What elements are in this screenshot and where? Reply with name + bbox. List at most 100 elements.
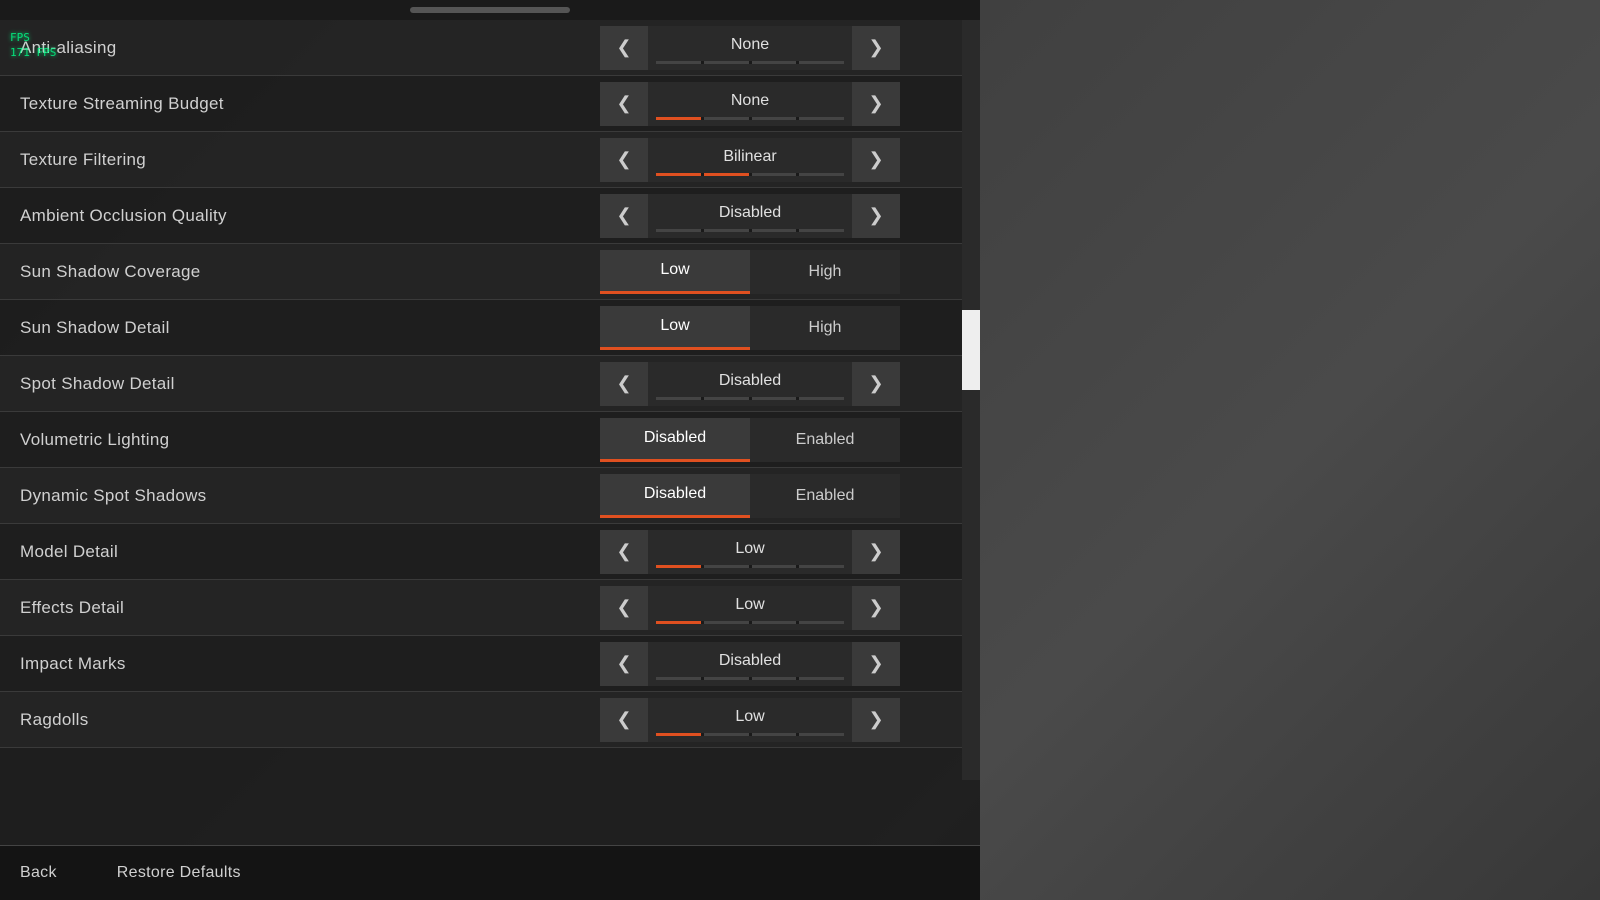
bar-segment-3	[799, 229, 844, 232]
right-arrow-btn-spot-shadow-detail[interactable]: ❯	[852, 362, 900, 406]
value-text-model-detail: Low	[735, 540, 764, 558]
right-arrow-btn-impact-marks[interactable]: ❯	[852, 642, 900, 686]
bar-segment-3	[799, 621, 844, 624]
left-arrow-btn-ragdolls[interactable]: ❮	[600, 698, 648, 742]
arrow-control-impact-marks: ❮Disabled❯	[600, 642, 900, 686]
right-arrow-btn-texture-streaming-budget[interactable]: ❯	[852, 82, 900, 126]
bar-segment-0	[656, 61, 701, 64]
bar-segment-1	[704, 621, 749, 624]
arrow-control-texture-streaming-budget: ❮ None ❯	[600, 82, 900, 126]
toggle-control-volumetric-lighting: DisabledEnabled	[600, 418, 900, 462]
setting-control-ambient-occlusion-quality: ❮ Disabled ❯	[600, 194, 960, 238]
toggle-option1-dynamic-spot-shadows[interactable]: Disabled	[600, 474, 750, 518]
setting-row-sun-shadow-coverage: Sun Shadow CoverageLowHigh	[0, 244, 980, 300]
scrollbar-track[interactable]	[962, 20, 980, 780]
setting-row-anti-aliasing: Anti-aliasing❮None❯	[0, 20, 980, 76]
right-background-area	[980, 0, 1600, 900]
setting-row-sun-shadow-detail: Sun Shadow DetailLowHigh	[0, 300, 980, 356]
setting-label-sun-shadow-coverage: Sun Shadow Coverage	[20, 262, 600, 282]
right-arrow-btn-anti-aliasing[interactable]: ❯	[852, 26, 900, 70]
arrow-control-ragdolls: ❮ Low ❯	[600, 698, 900, 742]
value-text-spot-shadow-detail: Disabled	[719, 372, 781, 390]
bar-segment-2	[752, 565, 797, 568]
setting-control-spot-shadow-detail: ❮ Disabled ❯	[600, 362, 960, 406]
bar-segment-1	[704, 173, 749, 176]
value-bar-impact-marks	[656, 677, 844, 680]
setting-row-spot-shadow-detail: Spot Shadow Detail❮ Disabled ❯	[0, 356, 980, 412]
bar-segment-1	[704, 61, 749, 64]
bar-segment-3	[799, 61, 844, 64]
setting-control-model-detail: ❮ Low ❯	[600, 530, 960, 574]
bar-segment-2	[752, 621, 797, 624]
bar-segment-2	[752, 61, 797, 64]
value-text-texture-streaming-budget: None	[731, 92, 769, 110]
left-arrow-btn-ambient-occlusion-quality[interactable]: ❮	[600, 194, 648, 238]
bar-segment-1	[704, 733, 749, 736]
value-display-texture-streaming-budget: None	[648, 82, 852, 126]
bar-segment-3	[799, 733, 844, 736]
value-display-texture-filtering: Bilinear	[648, 138, 852, 182]
toggle-option1-sun-shadow-detail[interactable]: Low	[600, 306, 750, 350]
setting-label-texture-filtering: Texture Filtering	[20, 150, 600, 170]
back-button[interactable]: Back	[20, 864, 57, 882]
left-arrow-btn-effects-detail[interactable]: ❮	[600, 586, 648, 630]
left-arrow-btn-spot-shadow-detail[interactable]: ❮	[600, 362, 648, 406]
value-text-ragdolls: Low	[735, 708, 764, 726]
bar-segment-2	[752, 173, 797, 176]
bar-segment-1	[704, 565, 749, 568]
setting-row-ragdolls: Ragdolls❮ Low ❯	[0, 692, 980, 748]
left-arrow-btn-impact-marks[interactable]: ❮	[600, 642, 648, 686]
bar-segment-3	[799, 677, 844, 680]
bar-segment-0	[656, 397, 701, 400]
setting-label-anti-aliasing: Anti-aliasing	[20, 38, 600, 58]
restore-defaults-button[interactable]: Restore Defaults	[117, 864, 241, 882]
left-arrow-btn-texture-filtering[interactable]: ❮	[600, 138, 648, 182]
setting-row-volumetric-lighting: Volumetric LightingDisabledEnabled	[0, 412, 980, 468]
right-arrow-btn-ragdolls[interactable]: ❯	[852, 698, 900, 742]
setting-row-dynamic-spot-shadows: Dynamic Spot ShadowsDisabledEnabled	[0, 468, 980, 524]
setting-label-ambient-occlusion-quality: Ambient Occlusion Quality	[20, 206, 600, 226]
arrow-control-texture-filtering: ❮Bilinear❯	[600, 138, 900, 182]
left-arrow-btn-anti-aliasing[interactable]: ❮	[600, 26, 648, 70]
setting-label-volumetric-lighting: Volumetric Lighting	[20, 430, 600, 450]
bar-segment-1	[704, 397, 749, 400]
value-bar-spot-shadow-detail	[656, 397, 844, 400]
scrollbar-thumb[interactable]	[962, 310, 980, 390]
value-bar-ambient-occlusion-quality	[656, 229, 844, 232]
bottom-bar: Back Restore Defaults	[0, 845, 980, 900]
setting-control-effects-detail: ❮Low❯	[600, 586, 960, 630]
setting-label-texture-streaming-budget: Texture Streaming Budget	[20, 94, 600, 114]
value-display-model-detail: Low	[648, 530, 852, 574]
settings-list: Anti-aliasing❮None❯Texture Streaming Bud…	[0, 20, 980, 845]
toggle-option2-volumetric-lighting[interactable]: Enabled	[750, 418, 900, 462]
setting-label-ragdolls: Ragdolls	[20, 710, 600, 730]
value-display-ambient-occlusion-quality: Disabled	[648, 194, 852, 238]
setting-label-spot-shadow-detail: Spot Shadow Detail	[20, 374, 600, 394]
left-arrow-btn-texture-streaming-budget[interactable]: ❮	[600, 82, 648, 126]
setting-control-volumetric-lighting: DisabledEnabled	[600, 418, 960, 462]
toggle-option2-dynamic-spot-shadows[interactable]: Enabled	[750, 474, 900, 518]
value-display-spot-shadow-detail: Disabled	[648, 362, 852, 406]
setting-row-texture-filtering: Texture Filtering❮Bilinear❯	[0, 132, 980, 188]
bar-segment-3	[799, 173, 844, 176]
right-arrow-btn-ambient-occlusion-quality[interactable]: ❯	[852, 194, 900, 238]
arrow-control-spot-shadow-detail: ❮ Disabled ❯	[600, 362, 900, 406]
left-arrow-btn-model-detail[interactable]: ❮	[600, 530, 648, 574]
setting-row-ambient-occlusion-quality: Ambient Occlusion Quality❮ Disabled ❯	[0, 188, 980, 244]
bar-segment-0	[656, 565, 701, 568]
toggle-option2-sun-shadow-coverage[interactable]: High	[750, 250, 900, 294]
value-text-ambient-occlusion-quality: Disabled	[719, 204, 781, 222]
bar-segment-3	[799, 565, 844, 568]
toggle-option2-sun-shadow-detail[interactable]: High	[750, 306, 900, 350]
toggle-option1-volumetric-lighting[interactable]: Disabled	[600, 418, 750, 462]
right-arrow-btn-texture-filtering[interactable]: ❯	[852, 138, 900, 182]
toggle-option1-sun-shadow-coverage[interactable]: Low	[600, 250, 750, 294]
bar-segment-0	[656, 173, 701, 176]
top-bar-indicator	[410, 7, 570, 13]
bar-segment-2	[752, 397, 797, 400]
setting-row-impact-marks: Impact Marks❮Disabled❯	[0, 636, 980, 692]
bar-segment-2	[752, 117, 797, 120]
right-arrow-btn-effects-detail[interactable]: ❯	[852, 586, 900, 630]
right-arrow-btn-model-detail[interactable]: ❯	[852, 530, 900, 574]
value-bar-effects-detail	[656, 621, 844, 624]
